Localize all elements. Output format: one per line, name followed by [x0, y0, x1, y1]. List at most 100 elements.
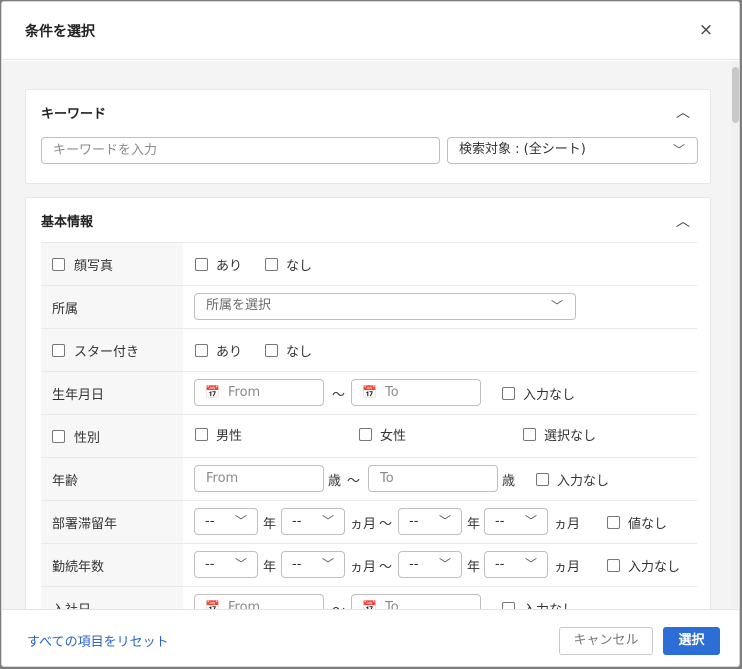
photo-no-label: なし: [286, 259, 313, 274]
reset-all-link[interactable]: すべての項目をリセット: [27, 631, 169, 650]
row-tenure: 勤続年数 -- ﹀ 年 -- ﹀ ヵ月 ～ -- ﹀ 年 -- ﹀ ヵ月 入力な…: [41, 543, 697, 586]
age-to-placeholder: To: [380, 471, 394, 486]
dept-stay-from-year-select[interactable]: -- ﹀: [194, 508, 258, 535]
tenure-from-year-select[interactable]: -- ﹀: [194, 551, 258, 578]
join-date-from-placeholder: From: [228, 600, 261, 609]
affiliation-select[interactable]: 所属を選択 ﹀: [194, 293, 576, 320]
dialog-body: キーワード ︿ 検索対象 : (全シート) ﹀ 基本情報 ︿ 顔写真 あり なし: [2, 61, 739, 609]
chevron-up-icon[interactable]: ︿: [676, 102, 690, 122]
dept-stay-to-month-select[interactable]: -- ﹀: [484, 508, 548, 535]
photo-yes-checkbox[interactable]: [195, 258, 208, 271]
chevron-down-icon: ﹀: [321, 557, 334, 571]
range-tilde: ～: [379, 560, 393, 575]
row-affiliation: 所属 所属を選択 ﹀: [41, 285, 697, 328]
birthdate-to-placeholder: To: [385, 385, 399, 400]
row-birthdate: 生年月日 📅 From ～ 📅 To 入力なし: [41, 371, 697, 414]
join-date-from-input[interactable]: 📅 From: [194, 594, 324, 609]
dialog-footer: すべての項目をリセット キャンセル 選択: [2, 609, 739, 666]
chevron-down-icon: ﹀: [321, 514, 334, 528]
basic-info-card: 基本情報 ︿ 顔写真 あり なし 所属 所属を選択 ﹀ スター付き あり なし …: [25, 197, 711, 609]
gender-label: 性別: [74, 431, 101, 446]
birthdate-to-input[interactable]: 📅 To: [351, 379, 481, 406]
affiliation-label: 所属: [52, 302, 79, 317]
chevron-down-icon: ﹀: [438, 514, 451, 528]
age-from-placeholder: From: [206, 471, 239, 486]
join-date-no-input-checkbox[interactable]: [502, 602, 515, 609]
gender-female-checkbox[interactable]: [359, 428, 372, 441]
calendar-icon: 📅: [205, 600, 220, 609]
select-button[interactable]: 選択: [663, 627, 720, 655]
tenure-to-month-select[interactable]: -- ﹀: [484, 551, 548, 578]
starred-no-checkbox[interactable]: [265, 344, 278, 357]
starred-yes-label: あり: [216, 345, 243, 360]
search-target-select[interactable]: 検索対象 : (全シート) ﹀: [447, 137, 698, 164]
birthdate-no-input-checkbox[interactable]: [502, 387, 515, 400]
row-starred: スター付き あり なし: [41, 328, 697, 371]
gender-male-checkbox[interactable]: [195, 428, 208, 441]
age-unit: 歳: [502, 474, 516, 489]
join-date-to-input[interactable]: 📅 To: [351, 594, 481, 609]
chevron-up-icon[interactable]: ︿: [676, 211, 690, 231]
birthdate-from-placeholder: From: [228, 385, 261, 400]
tenure-to-year-select[interactable]: -- ﹀: [398, 551, 462, 578]
range-tilde: ～: [347, 474, 361, 489]
dept-stay-label: 部署滞留年: [52, 517, 118, 532]
row-join-date: 入社日 📅 From ～ 📅 To 入力なし: [41, 586, 697, 609]
range-tilde: ～: [332, 388, 346, 403]
photo-no-checkbox[interactable]: [265, 258, 278, 271]
chevron-down-icon: ﹀: [234, 514, 247, 528]
condition-dialog: 条件を選択 × キーワード ︿ 検索対象 : (全シート) ﹀ 基本情報 ︿ 顔…: [1, 1, 740, 667]
chevron-down-icon: ﹀: [550, 299, 563, 313]
calendar-icon: 📅: [362, 600, 377, 609]
chevron-down-icon: ﹀: [672, 143, 685, 157]
row-age: 年齢 From 歳 ～ To 歳 入力なし: [41, 457, 697, 500]
starred-yes-checkbox[interactable]: [195, 344, 208, 357]
age-no-input-checkbox[interactable]: [536, 473, 549, 486]
vertical-scrollbar[interactable]: [731, 61, 739, 609]
gender-male-label: 男性: [216, 429, 243, 444]
age-to-input[interactable]: To: [368, 465, 498, 492]
birthdate-label: 生年月日: [52, 388, 105, 403]
keyword-input[interactable]: [41, 137, 440, 164]
gender-female-label: 女性: [380, 429, 407, 444]
starred-filter-checkbox[interactable]: [52, 344, 65, 357]
birthdate-no-input-label: 入力なし: [523, 388, 576, 403]
chevron-down-icon: ﹀: [438, 557, 451, 571]
close-icon[interactable]: ×: [695, 18, 717, 42]
row-photo: 顔写真 あり なし: [41, 242, 697, 285]
range-tilde: ～: [332, 599, 345, 609]
join-date-label: 入社日: [52, 599, 91, 609]
join-date-no-input-label: 入力なし: [523, 599, 575, 609]
search-target-value: 検索対象 : (全シート): [459, 142, 586, 157]
tenure-from-month-select[interactable]: -- ﹀: [281, 551, 345, 578]
calendar-icon: 📅: [205, 385, 220, 399]
gender-none-checkbox[interactable]: [523, 428, 536, 441]
scrollbar-thumb[interactable]: [732, 67, 739, 123]
keyword-section-title: キーワード: [41, 107, 107, 122]
age-label: 年齢: [52, 474, 79, 489]
gender-filter-checkbox[interactable]: [52, 430, 65, 443]
age-from-input[interactable]: From: [194, 465, 324, 492]
cancel-button[interactable]: キャンセル: [559, 627, 653, 655]
dept-stay-none-label: 値なし: [628, 517, 668, 532]
chevron-down-icon: ﹀: [234, 557, 247, 571]
starred-label: スター付き: [74, 345, 140, 360]
dept-stay-to-year-select[interactable]: -- ﹀: [398, 508, 462, 535]
tenure-none-label: 入力なし: [628, 560, 681, 575]
dept-stay-from-month-select[interactable]: -- ﹀: [281, 508, 345, 535]
calendar-icon: 📅: [362, 385, 377, 399]
gender-none-label: 選択なし: [544, 429, 597, 444]
age-unit: 歳: [328, 474, 342, 489]
affiliation-placeholder: 所属を選択: [206, 298, 272, 313]
keyword-card: キーワード ︿ 検索対象 : (全シート) ﹀: [25, 89, 711, 184]
photo-yes-label: あり: [216, 259, 243, 274]
photo-filter-checkbox[interactable]: [52, 258, 65, 271]
age-no-input-label: 入力なし: [557, 474, 610, 489]
tenure-none-checkbox[interactable]: [607, 559, 620, 572]
starred-no-label: なし: [286, 345, 313, 360]
dept-stay-none-checkbox[interactable]: [607, 516, 620, 529]
join-date-to-placeholder: To: [385, 600, 399, 609]
chevron-down-icon: ﹀: [524, 514, 537, 528]
range-tilde: ～: [379, 517, 393, 532]
birthdate-from-input[interactable]: 📅 From: [194, 379, 324, 406]
